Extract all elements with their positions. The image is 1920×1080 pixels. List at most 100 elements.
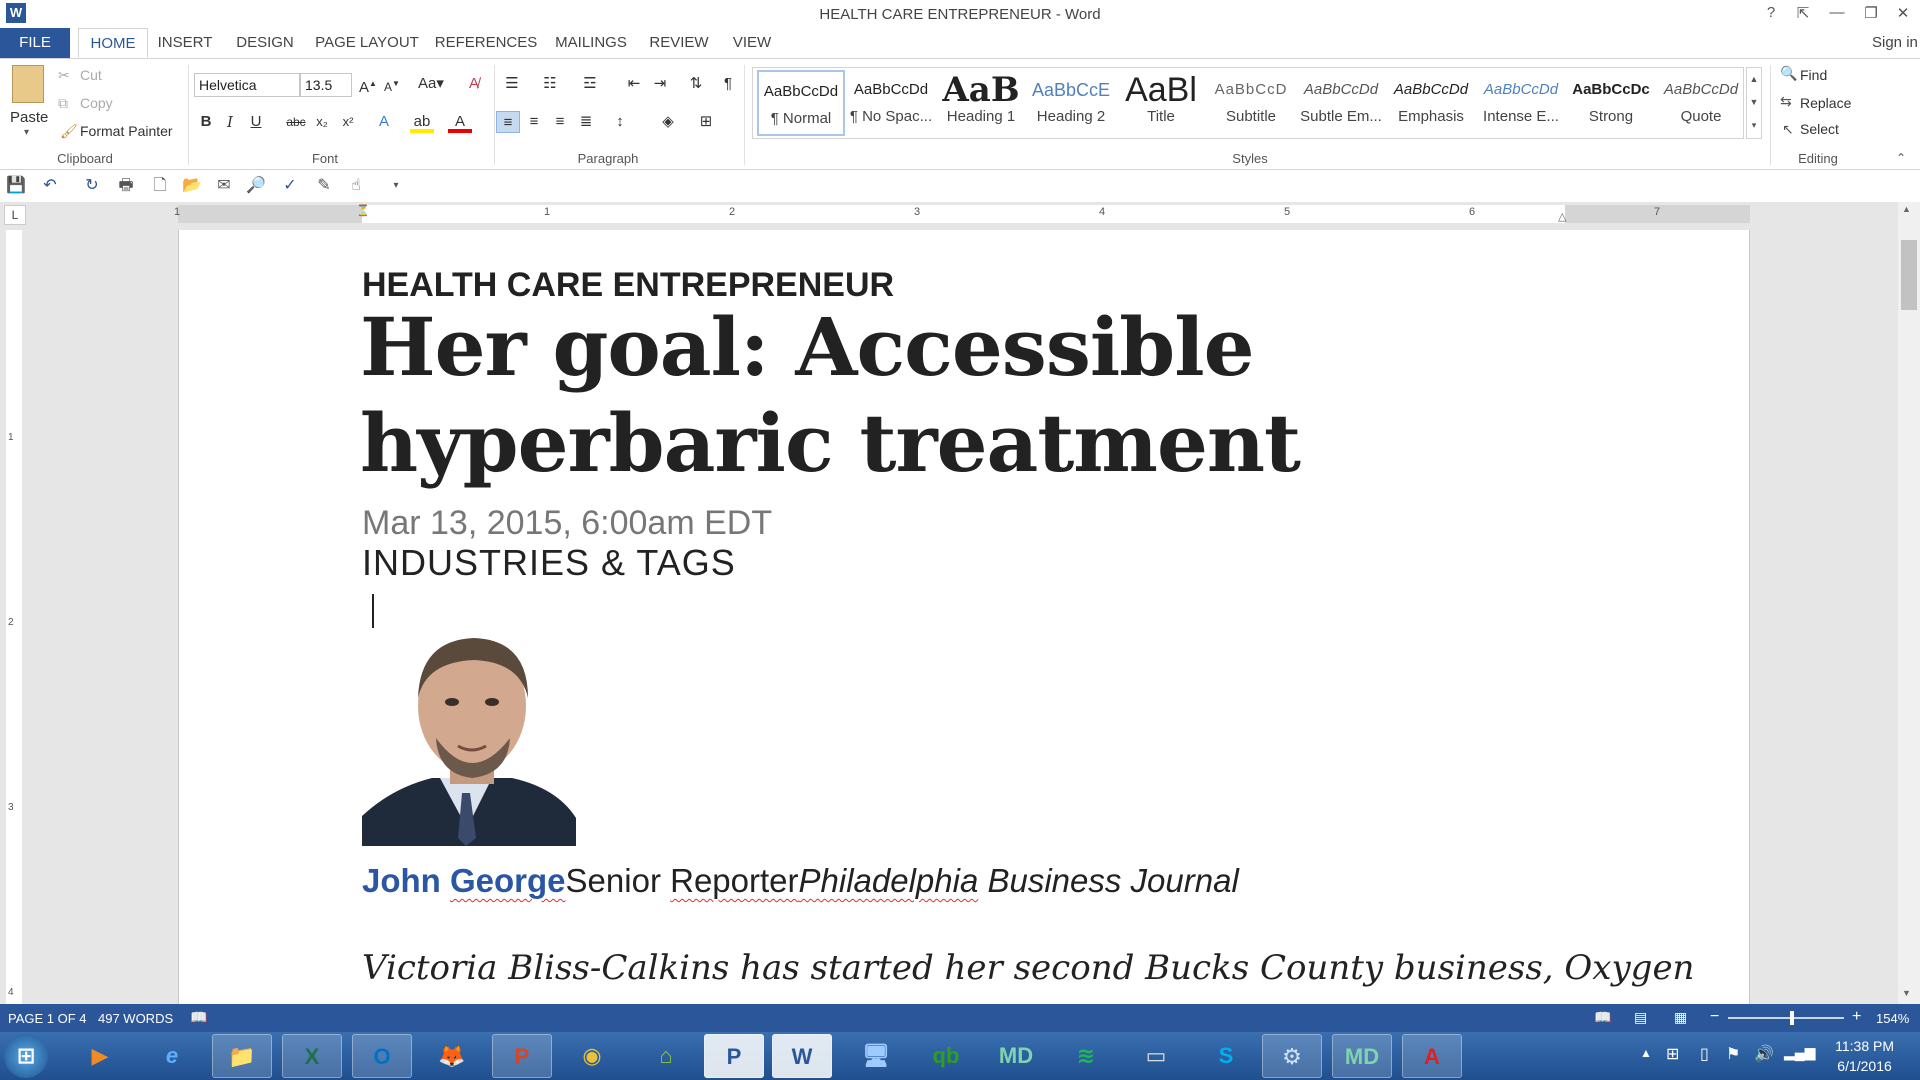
grow-font-icon[interactable]: A▲ (356, 73, 380, 96)
internet-explorer-icon[interactable]: e (142, 1034, 202, 1078)
help-icon[interactable]: ? (1758, 4, 1784, 21)
word-count[interactable]: 497 WORDS (98, 1011, 173, 1026)
increase-indent-icon[interactable]: ⇥ (648, 73, 672, 95)
borders-icon[interactable]: ⊞ (694, 111, 718, 133)
style-subtle-emphasis[interactable]: AaBbCcDd Subtle Em... (1297, 70, 1385, 136)
print-preview-icon[interactable]: 🔎 (244, 174, 268, 198)
tab-selector[interactable]: L (4, 205, 26, 225)
style-intense-emphasis[interactable]: AaBbCcDd Intense E... (1477, 70, 1565, 136)
author-first-name[interactable]: John (362, 862, 450, 899)
zoom-level[interactable]: 154% (1876, 1011, 1909, 1026)
battery-icon[interactable]: ▯ (1700, 1044, 1709, 1064)
acrobat-icon[interactable]: A (1402, 1034, 1462, 1078)
scroll-down-icon[interactable]: ▼ (1902, 988, 1911, 998)
shrink-font-icon[interactable]: A▼ (380, 73, 404, 95)
superscript-icon[interactable]: x² (336, 111, 360, 133)
tab-view[interactable]: VIEW (724, 28, 780, 58)
tab-home[interactable]: HOME (78, 28, 148, 58)
web-layout-icon[interactable]: ▦ (1674, 1009, 1687, 1026)
author-last-name[interactable]: George (450, 862, 566, 899)
paste-icon[interactable] (12, 65, 44, 103)
open-folder-icon[interactable]: 📂 (180, 174, 204, 198)
tab-page-layout[interactable]: PAGE LAYOUT (314, 28, 420, 58)
style-title[interactable]: AaBl Title (1117, 70, 1205, 136)
remote-desktop-icon[interactable]: 🖥 (846, 1034, 906, 1078)
highlight-color-icon[interactable]: ab (410, 111, 434, 133)
save-icon[interactable]: 💾 (4, 174, 28, 198)
headline-line-1[interactable]: Her goal: Accessible (360, 300, 1254, 394)
print-icon[interactable]: 🖶 (114, 174, 138, 198)
page-count[interactable]: PAGE 1 OF 4 (8, 1011, 87, 1026)
powerpoint-icon[interactable]: P (492, 1034, 552, 1078)
style-quote[interactable]: AaBbCcDd Quote (1657, 70, 1745, 136)
start-button-icon[interactable]: ⊞ (4, 1034, 48, 1078)
publisher-icon[interactable]: P (704, 1034, 764, 1078)
strikethrough-icon[interactable]: abc (284, 111, 308, 133)
style-heading-2[interactable]: AaBbCcE Heading 2 (1027, 70, 1115, 136)
italic-icon[interactable]: I (218, 111, 242, 133)
body-paragraph[interactable]: Victoria Bliss-Calkins has started her s… (362, 948, 1694, 988)
align-center-icon[interactable]: ≡ (522, 111, 546, 133)
undo-icon[interactable]: ↶ (38, 174, 62, 198)
bullets-icon[interactable]: ☰ (500, 73, 524, 95)
align-right-icon[interactable]: ≡ (548, 111, 572, 133)
zoom-in-icon[interactable]: + (1852, 1008, 1861, 1026)
tab-review[interactable]: REVIEW (644, 28, 714, 58)
touch-mode-icon[interactable]: ☝ (344, 174, 368, 198)
draw-table-icon[interactable]: ✎ (312, 174, 336, 198)
chrome-icon[interactable]: ◉ (562, 1034, 622, 1078)
replace-button[interactable]: Replace (1800, 95, 1851, 111)
customize-toolbar-icon[interactable]: ▾ (384, 174, 408, 198)
bold-icon[interactable]: B (194, 111, 218, 133)
style-emphasis[interactable]: AaBbCcDd Emphasis (1387, 70, 1475, 136)
sort-icon[interactable]: ⇅ (684, 73, 708, 95)
volume-icon[interactable]: 🔊 (1754, 1044, 1774, 1064)
new-document-icon[interactable]: 🗋 (148, 174, 172, 198)
shading-icon[interactable]: ◈ (656, 111, 680, 133)
find-button[interactable]: Find (1800, 67, 1827, 83)
app-house-icon[interactable]: ⌂ (636, 1034, 696, 1078)
firefox-icon[interactable]: 🦊 (422, 1034, 482, 1078)
tray-expand-icon[interactable]: ▲ (1640, 1046, 1652, 1060)
indent-marker-icon[interactable]: ⏳ (356, 204, 370, 217)
text-effects-icon[interactable]: A (372, 111, 396, 133)
paste-button[interactable]: Paste (10, 109, 48, 126)
style-strong[interactable]: AaBbCcDc Strong (1567, 70, 1655, 136)
paste-dropdown-icon[interactable]: ▾ (24, 127, 29, 138)
style-normal[interactable]: AaBbCcDd ¶ Normal (757, 70, 845, 136)
tab-design[interactable]: DESIGN (230, 28, 300, 58)
copy-button[interactable]: Copy (80, 95, 113, 111)
select-button[interactable]: Select (1800, 121, 1839, 137)
show-formatting-icon[interactable]: ¶ (716, 73, 740, 95)
style-heading-1[interactable]: AaB Heading 1 (937, 70, 1025, 136)
font-size-select[interactable]: 13.5 (300, 73, 352, 97)
cut-button[interactable]: Cut (80, 67, 102, 83)
skype-icon[interactable]: S (1196, 1034, 1256, 1078)
line-spacing-icon[interactable]: ↕ (608, 111, 632, 133)
quickbooks-icon[interactable]: qb (916, 1034, 976, 1078)
clear-formatting-icon[interactable]: A̸ (462, 73, 486, 95)
align-left-icon[interactable]: ≡ (496, 111, 520, 133)
tab-references[interactable]: REFERENCES (434, 28, 538, 58)
author-photo[interactable] (362, 628, 576, 846)
outlook-icon[interactable]: O (352, 1034, 412, 1078)
right-indent-marker-icon[interactable]: △ (1558, 210, 1566, 223)
tab-insert[interactable]: INSERT (152, 28, 218, 58)
zoom-slider[interactable] (1728, 1017, 1844, 1019)
excel-icon[interactable]: X (282, 1034, 342, 1078)
proofing-icon[interactable]: 📖 (190, 1009, 207, 1026)
signal-icon[interactable]: ▂▄▆ (1784, 1044, 1815, 1061)
decrease-indent-icon[interactable]: ⇤ (622, 73, 646, 95)
windows-flag-icon[interactable]: ⊞ (1666, 1044, 1679, 1064)
control-panel-icon[interactable]: ⚙ (1262, 1034, 1322, 1078)
horizontal-ruler[interactable] (178, 205, 1750, 223)
style-no-spacing[interactable]: AaBbCcDd ¶ No Spac... (847, 70, 935, 136)
vertical-scrollbar[interactable] (1898, 202, 1920, 1004)
tab-mailings[interactable]: MAILINGS (550, 28, 632, 58)
headline-line-2[interactable]: hyperbaric treatment (360, 396, 1301, 490)
tab-file[interactable]: FILE (0, 28, 70, 58)
close-icon[interactable]: ✕ (1890, 4, 1916, 22)
minimize-icon[interactable]: — (1824, 4, 1850, 21)
font-family-select[interactable]: Helvetica (194, 73, 300, 97)
spotify-icon[interactable]: ≋ (1056, 1034, 1116, 1078)
